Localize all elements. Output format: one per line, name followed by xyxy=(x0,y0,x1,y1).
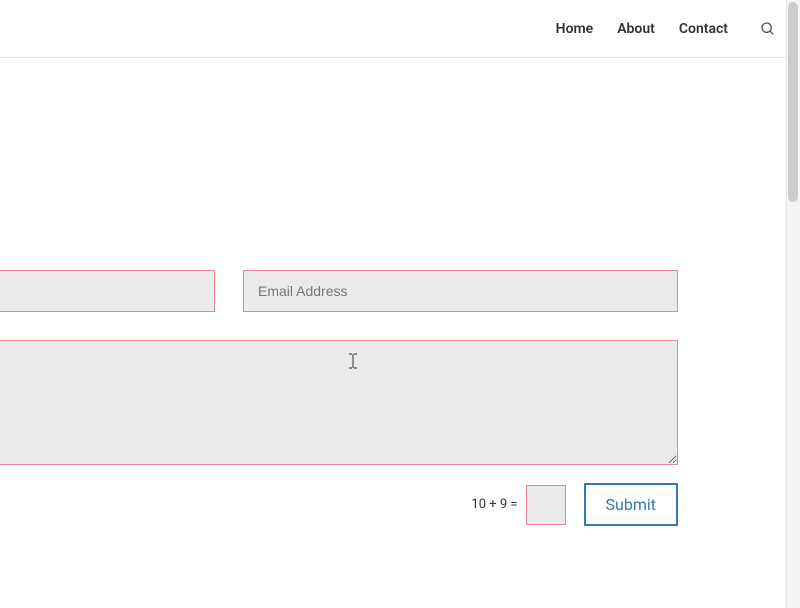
form-bottom-row: 10 + 9 = Submit xyxy=(0,483,678,526)
main-nav: Home About Contact xyxy=(556,21,776,37)
nav-contact[interactable]: Contact xyxy=(679,21,728,37)
captcha-question: 10 + 9 = xyxy=(471,497,517,512)
captcha-field[interactable] xyxy=(526,485,566,525)
contact-form: 10 + 9 = Submit xyxy=(0,270,800,526)
email-field[interactable] xyxy=(243,270,678,312)
nav-about[interactable]: About xyxy=(617,21,655,37)
submit-button[interactable]: Submit xyxy=(584,483,678,526)
scrollbar-thumb[interactable] xyxy=(788,2,798,202)
nav-home[interactable]: Home xyxy=(556,21,594,37)
form-row-1 xyxy=(0,270,800,312)
vertical-scrollbar[interactable] xyxy=(786,0,800,608)
name-field[interactable] xyxy=(0,270,215,312)
message-field[interactable] xyxy=(0,340,678,465)
page-header: Home About Contact xyxy=(0,0,800,58)
search-icon[interactable] xyxy=(760,21,776,37)
